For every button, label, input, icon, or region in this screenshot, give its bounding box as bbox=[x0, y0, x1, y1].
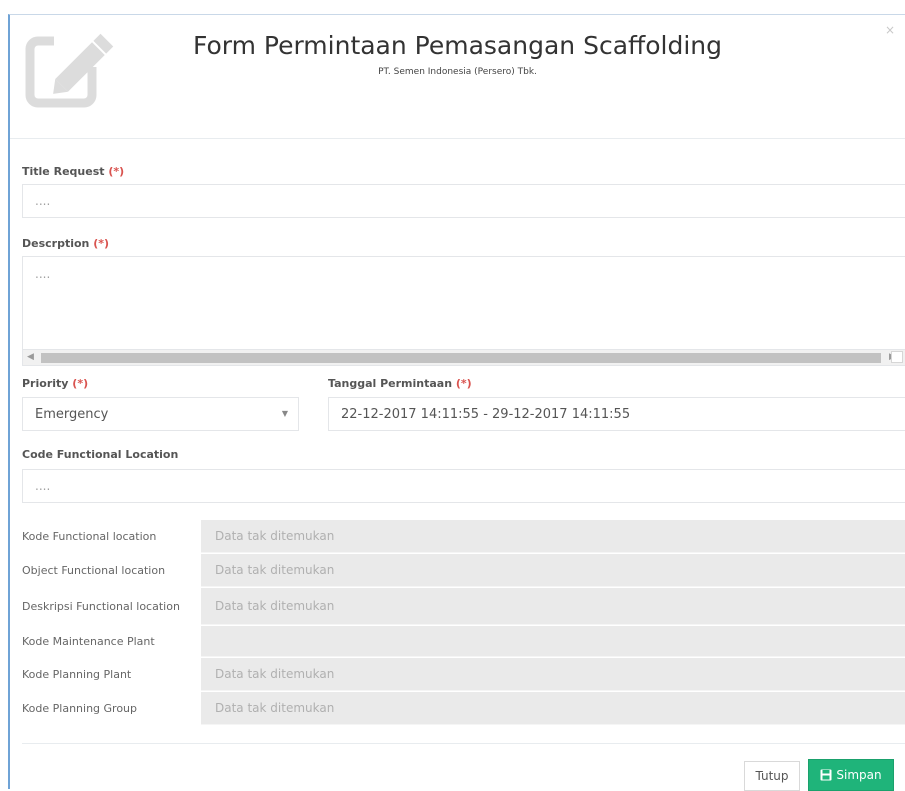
info-row-label: Kode Planning Plant bbox=[22, 667, 132, 681]
info-row-label: Kode Planning Group bbox=[22, 701, 138, 715]
code-location-label: Code Functional Location bbox=[22, 448, 178, 461]
modal-header: Form Permintaan Pemasangan Scaffolding P… bbox=[10, 15, 905, 139]
info-row: Kode Planning Plant Data tak ditemukan bbox=[22, 657, 905, 691]
info-row-value bbox=[201, 626, 905, 657]
code-location-label-text: Code Functional Location bbox=[22, 448, 179, 461]
info-row: Object Functional location Data tak dite… bbox=[22, 553, 905, 587]
info-row-label: Kode Maintenance Plant bbox=[22, 634, 155, 648]
chevron-down-icon: ▼ bbox=[281, 409, 288, 418]
info-row-value: Data tak ditemukan bbox=[201, 588, 905, 625]
description-textarea[interactable]: .... ◀ ▶ bbox=[22, 256, 905, 366]
close-icon[interactable]: × bbox=[885, 23, 895, 37]
title-request-input[interactable]: .... bbox=[22, 184, 905, 218]
simpan-button-label: Simpan bbox=[836, 768, 882, 782]
priority-select[interactable]: Emergency ▼ bbox=[22, 397, 299, 431]
date-range-value: 22-12-2017 14:11:55 - 29-12-2017 14:11:5… bbox=[341, 406, 631, 422]
tanggal-label-text: Tanggal Permintaan bbox=[328, 377, 453, 390]
priority-label: Priority (*) bbox=[22, 377, 88, 390]
info-row-label: Kode Functional location bbox=[22, 529, 157, 543]
code-location-placeholder: .... bbox=[35, 479, 51, 493]
scroll-left-icon[interactable]: ◀ bbox=[27, 352, 34, 362]
company-subtitle: PT. Semen Indonesia (Persero) Tbk. bbox=[378, 67, 537, 77]
code-location-input[interactable]: .... bbox=[22, 469, 905, 503]
info-row-value: Data tak ditemukan bbox=[201, 658, 905, 691]
title-request-label-text: Title Request bbox=[22, 165, 105, 178]
tutup-button[interactable]: Tutup bbox=[744, 761, 800, 791]
required-mark: (*) bbox=[93, 237, 110, 250]
date-range-input[interactable]: 22-12-2017 14:11:55 - 29-12-2017 14:11:5… bbox=[328, 397, 905, 431]
info-row-value: Data tak ditemukan bbox=[201, 554, 905, 587]
info-row: Kode Maintenance Plant bbox=[22, 625, 905, 657]
simpan-button[interactable]: Simpan bbox=[808, 759, 894, 791]
required-mark: (*) bbox=[455, 377, 472, 390]
info-row-label: Object Functional location bbox=[22, 563, 166, 577]
priority-label-text: Priority bbox=[22, 377, 69, 390]
description-label-text: Descrption bbox=[22, 237, 90, 250]
modal-dialog: Form Permintaan Pemasangan Scaffolding P… bbox=[8, 14, 905, 791]
tanggal-label: Tanggal Permintaan (*) bbox=[328, 377, 472, 390]
tutup-button-label: Tutup bbox=[755, 769, 789, 783]
required-mark: (*) bbox=[108, 165, 125, 178]
title-request-placeholder: .... bbox=[35, 194, 51, 208]
scrollbar-thumb[interactable] bbox=[41, 353, 881, 363]
info-row: Deskripsi Functional location Data tak d… bbox=[22, 587, 905, 625]
title-request-label: Title Request (*) bbox=[22, 165, 124, 178]
info-row: Kode Planning Group Data tak ditemukan bbox=[22, 691, 905, 725]
info-row: Kode Functional location Data tak ditemu… bbox=[22, 519, 905, 553]
priority-selected-value: Emergency bbox=[35, 406, 109, 422]
footer-divider bbox=[22, 743, 905, 744]
info-row-value: Data tak ditemukan bbox=[201, 520, 905, 553]
description-label: Descrption (*) bbox=[22, 237, 109, 250]
resize-handle-icon[interactable] bbox=[891, 351, 903, 363]
info-row-label: Deskripsi Functional location bbox=[22, 599, 180, 613]
info-row-value: Data tak ditemukan bbox=[201, 692, 905, 725]
required-mark: (*) bbox=[72, 377, 89, 390]
save-icon bbox=[820, 769, 832, 781]
description-placeholder: .... bbox=[35, 267, 51, 281]
form-title: Form Permintaan Pemasangan Scaffolding bbox=[192, 31, 723, 60]
horizontal-scrollbar[interactable]: ◀ ▶ bbox=[23, 349, 905, 365]
